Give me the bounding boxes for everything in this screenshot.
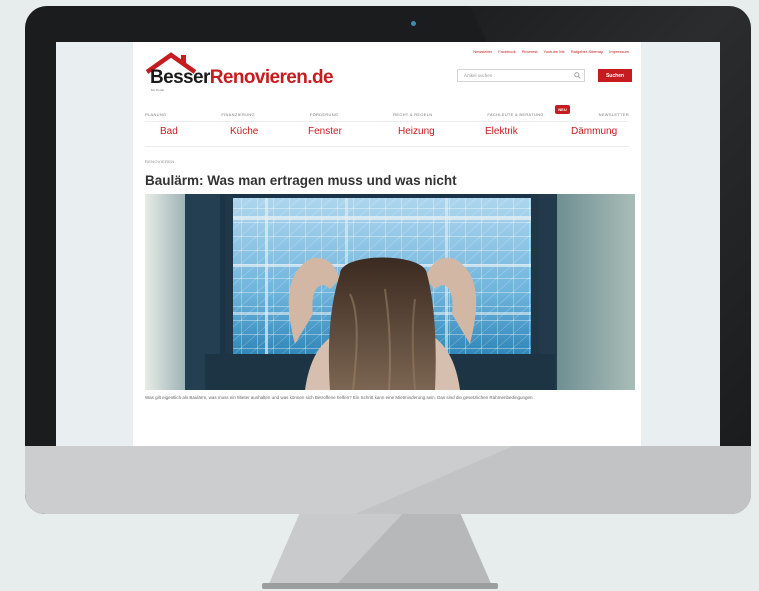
image-caption: Was gilt eigentlich als Baulärm, was mus… [145,395,534,400]
subnav-item-newsletter[interactable]: NEWSLETTER [599,112,629,117]
top-links: Newsletter Facebook Pinterest Youtube Me… [473,49,629,54]
divider [145,121,629,122]
category-bad[interactable]: Bad [160,126,178,137]
logo-part-1: Besser [150,67,210,88]
top-link-facebook[interactable]: Facebook [498,49,516,54]
article-title: Baulärm: Was man ertragen muss und was n… [145,173,457,188]
subnav-item-foerderung[interactable]: FÖRDERUNG [310,112,338,117]
stand-base [262,583,498,589]
top-link-pinterest[interactable]: Pinterest [522,49,538,54]
subnav-item-planung[interactable]: PLANUNG [145,112,166,117]
search-button[interactable]: Suchen [598,69,632,82]
new-badge: NEU [555,105,570,114]
breadcrumb[interactable]: RENOVIEREN [145,159,174,164]
logo-wordmark: BesserRenovieren.de [150,67,334,89]
divider [145,146,629,147]
category-daemmung[interactable]: Dämmung [571,126,617,137]
top-link-newsletter[interactable]: Newsletter [473,49,492,54]
top-link-impressum[interactable]: Impressum [609,49,629,54]
hero-photo [145,194,635,390]
screen: Newsletter Facebook Pinterest Youtube Me… [56,42,720,446]
search-input[interactable]: Artikel suchen [457,69,585,82]
camera-icon [411,21,416,26]
subnav-item-fachleute[interactable]: FACHLEUTE & BERATUNG [487,112,543,117]
category-fenster[interactable]: Fenster [308,126,342,137]
category-kueche[interactable]: Küche [230,126,258,137]
site-logo[interactable]: BesserRenovieren.de Ein Portal [145,52,335,92]
category-heizung[interactable]: Heizung [398,126,435,137]
article-hero-image [145,194,635,390]
subnav-item-recht[interactable]: RECHT & REGELN [393,112,432,117]
search-icon[interactable] [572,71,582,81]
subnav-item-finanzierung[interactable]: FINANZIERUNG [221,112,255,117]
top-link-youtube[interactable]: Youtube Me [544,49,565,54]
category-nav: Bad Küche Fenster Heizung Elektrik Dämmu… [145,126,629,140]
webpage: Newsletter Facebook Pinterest Youtube Me… [133,42,641,446]
logo-tagline: Ein Portal [151,88,165,92]
logo-part-2: Renovieren.de [209,67,334,88]
category-elektrik[interactable]: Elektrik [485,126,518,137]
top-link-sitemap[interactable]: Ratgeber-Sitemap [571,49,603,54]
imac-monitor: Newsletter Facebook Pinterest Youtube Me… [25,6,751,514]
search-placeholder: Artikel suchen [464,73,493,78]
